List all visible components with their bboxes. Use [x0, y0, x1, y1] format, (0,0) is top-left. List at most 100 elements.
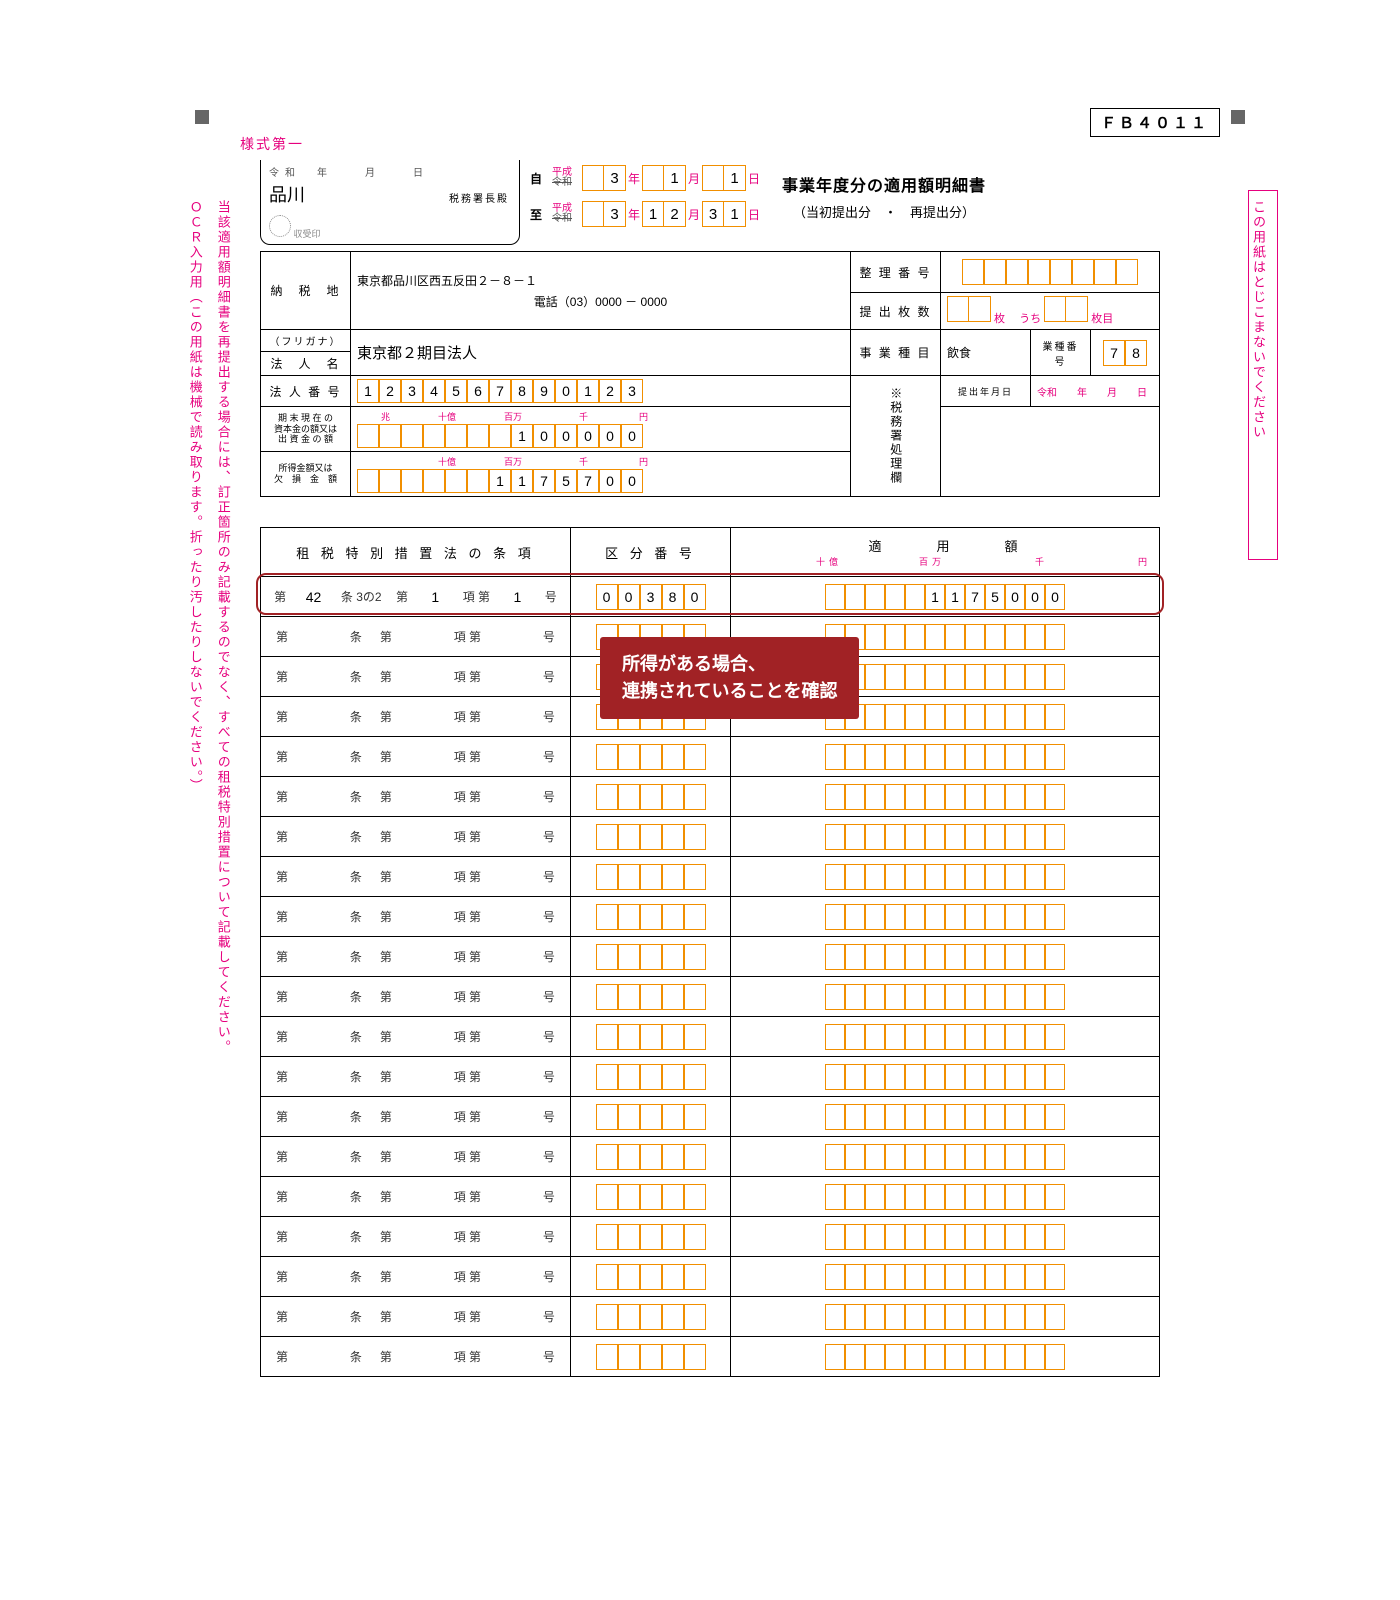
- kubun-cells[interactable]: [571, 900, 730, 934]
- kubun-cells[interactable]: [571, 1220, 730, 1254]
- table-row: 第42条 3の2第1項 第1号003801175000: [261, 577, 1160, 617]
- col-amount: 適 用 額 十億百万千円: [731, 528, 1160, 577]
- kubun-cells[interactable]: [571, 1020, 730, 1054]
- col-clause: 租 税 特 別 措 置 法 の 条 項: [261, 528, 571, 577]
- furigana-label: （フリガナ）: [261, 330, 351, 352]
- corp-no-label: 法 人 番 号: [261, 376, 351, 407]
- table-row: 第条 第項 第号: [261, 1257, 1160, 1297]
- corp-name-value: 東京都２期目法人: [351, 330, 851, 376]
- amount-cells[interactable]: [731, 820, 1159, 854]
- kubun-cells[interactable]: [571, 1100, 730, 1134]
- amount-cells[interactable]: [731, 780, 1159, 814]
- year-label: 年: [626, 170, 642, 187]
- amount-cells[interactable]: [731, 1060, 1159, 1094]
- table-row: 第条 第項 第号: [261, 1097, 1160, 1137]
- copies-nth[interactable]: [1044, 296, 1088, 322]
- kubun-cells[interactable]: [571, 980, 730, 1014]
- amount-cells[interactable]: [731, 940, 1159, 974]
- biz-label: 事 業 種 目: [850, 330, 940, 376]
- kubun-cells[interactable]: [571, 1340, 730, 1374]
- capital-cells[interactable]: 100000: [357, 424, 844, 448]
- side-note-resubmit: 当該適用額明細書を再提出する場合には、訂正箇所のみ記載するのでなく、すべての租税…: [210, 200, 235, 1300]
- amount-cells[interactable]: [731, 1180, 1159, 1214]
- kubun-cells[interactable]: [571, 1180, 730, 1214]
- table-row: 第条 第項 第号: [261, 777, 1160, 817]
- kubun-cells[interactable]: [571, 740, 730, 774]
- income-units: 十億百万千円: [357, 455, 844, 468]
- side-note-ocr: ＯＣＲ入力用（この用紙は機械で読み取ります。折ったり汚したりしないでください。）: [182, 200, 207, 1300]
- kubun-cells[interactable]: [571, 780, 730, 814]
- from-month-cells[interactable]: 1: [642, 165, 686, 191]
- kubun-cells[interactable]: [571, 1060, 730, 1094]
- income-label: 所得金額又は 欠 損 金 額: [261, 452, 351, 497]
- form-title: 事業年度分の適用額明細書: [782, 172, 986, 196]
- table-row: 第条 第項 第号: [261, 1057, 1160, 1097]
- amount-cells[interactable]: 1175000: [731, 580, 1159, 614]
- to-year-cells[interactable]: 3: [582, 201, 626, 227]
- taxpayer-info-table: 納 税 地 東京都品川区西五反田２－８－１ 電話（03）0000 － 0000 …: [260, 251, 1160, 497]
- table-row: 第条 第項 第号: [261, 1337, 1160, 1377]
- corner-mark-tl: [195, 110, 209, 124]
- fiscal-period: 自 平成令和 3 年 1 月 1 日 至 平成令和 3 年 12 月 31: [530, 160, 762, 232]
- from-day-cells[interactable]: 1: [702, 165, 746, 191]
- table-row: 第条 第項 第号: [261, 1297, 1160, 1337]
- callout-note: 所得がある場合、 連携されていることを確認: [600, 637, 859, 719]
- table-row: 第条 第項 第号: [261, 857, 1160, 897]
- phone-area: 03: [570, 295, 583, 309]
- kubun-cells[interactable]: [571, 860, 730, 894]
- to-month-cells[interactable]: 12: [642, 201, 686, 227]
- amount-cells[interactable]: [731, 900, 1159, 934]
- day-label: 日: [746, 170, 762, 187]
- kubun-cells[interactable]: [571, 820, 730, 854]
- amount-cells[interactable]: [731, 860, 1159, 894]
- amount-cells[interactable]: [731, 740, 1159, 774]
- corner-mark-tr: [1231, 110, 1245, 124]
- kubun-cells[interactable]: [571, 1260, 730, 1294]
- to-day-cells[interactable]: 31: [702, 201, 746, 227]
- amount-cells[interactable]: [731, 1100, 1159, 1134]
- form-id: ＦＢ４０１１: [1090, 108, 1220, 137]
- tiny-date-labels: 年 月 日: [317, 168, 429, 179]
- receipt-stamp-circle: [269, 215, 291, 237]
- kubun-cells[interactable]: 00380: [571, 580, 730, 614]
- era-reiwa-strike: 令和: [552, 177, 572, 188]
- amount-cells[interactable]: [731, 1140, 1159, 1174]
- from-label: 自: [530, 170, 542, 187]
- amount-cells[interactable]: [731, 980, 1159, 1014]
- tax-office-suffix: 税務署長殿: [449, 190, 509, 205]
- table-row: 第条 第項 第号: [261, 817, 1160, 857]
- from-year-cells[interactable]: 3: [582, 165, 626, 191]
- income-cells[interactable]: 1175700: [357, 469, 844, 493]
- kubun-cells[interactable]: [571, 1140, 730, 1174]
- address-value: 東京都品川区西五反田２－８－１: [357, 272, 844, 289]
- kubun-cells[interactable]: [571, 940, 730, 974]
- phone-label: 電話（: [534, 295, 570, 309]
- copies-total[interactable]: [947, 296, 991, 322]
- copies-label: 提 出 枚 数: [850, 293, 940, 330]
- table-row: 第条 第項 第号: [261, 937, 1160, 977]
- amount-cells[interactable]: [731, 1260, 1159, 1294]
- style-number: 様式第一: [240, 134, 304, 154]
- era-reiwa-label: 令和: [269, 168, 301, 179]
- amount-cells[interactable]: [731, 1220, 1159, 1254]
- form-subtitle: （当初提出分 ・ 再提出分）: [782, 202, 986, 221]
- era-reiwa-strike2: 令和: [552, 213, 572, 224]
- corp-no-cells[interactable]: 1234567890123: [357, 379, 844, 403]
- col-kubun: 区 分 番 号: [571, 528, 731, 577]
- biz-code-label: 業種番号: [1030, 330, 1090, 376]
- docno-label: 整 理 番 号: [850, 252, 940, 293]
- amount-cells[interactable]: [731, 1020, 1159, 1054]
- amount-cells[interactable]: [731, 1340, 1159, 1374]
- biz-code-cells[interactable]: 78: [1097, 336, 1153, 370]
- table-row: 第条 第項 第号: [261, 1177, 1160, 1217]
- capital-label: 期 末 現 在 の 資本金の額又は 出 資 金 の 額: [261, 407, 351, 452]
- docno-cells[interactable]: [947, 255, 1153, 289]
- table-row: 第条 第項 第号: [261, 1137, 1160, 1177]
- table-row: 第条 第項 第号: [261, 897, 1160, 937]
- to-label: 至: [530, 206, 542, 223]
- table-row: 第条 第項 第号: [261, 977, 1160, 1017]
- address-label: 納 税 地: [261, 252, 351, 330]
- amount-cells[interactable]: [731, 1300, 1159, 1334]
- month-label: 月: [686, 170, 702, 187]
- kubun-cells[interactable]: [571, 1300, 730, 1334]
